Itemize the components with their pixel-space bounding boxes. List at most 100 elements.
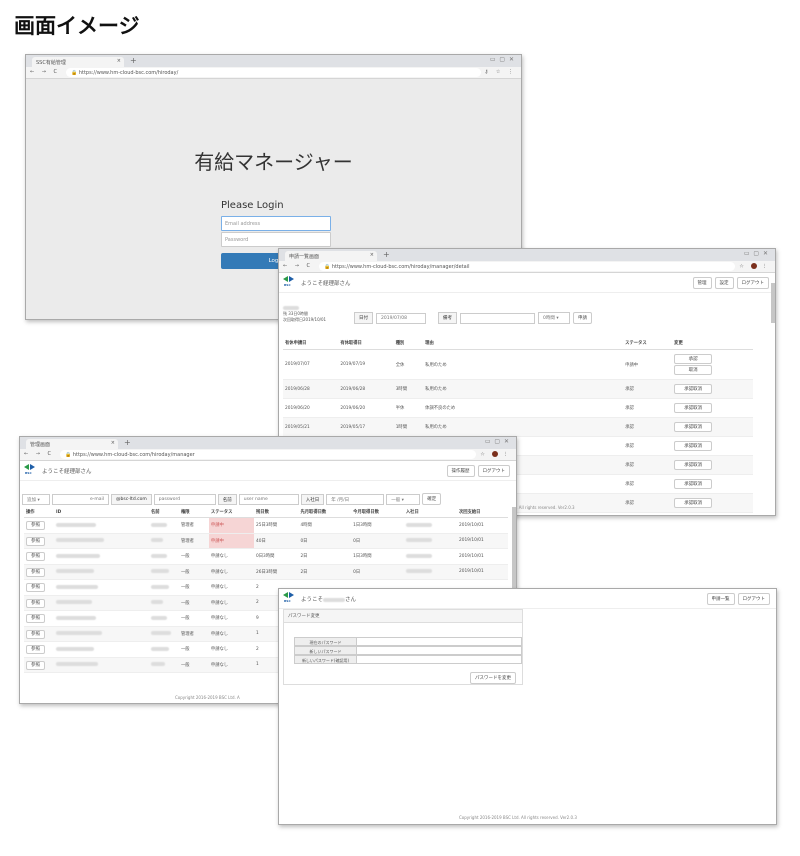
table-row: 参照 管理者 申請中 40日 0日 0日 2019/10/01	[24, 533, 508, 549]
manage-button[interactable]: 管理	[692, 277, 712, 289]
close-tab-icon[interactable]: ×	[111, 440, 115, 446]
window-controls[interactable]: ▭ ▢ ✕	[485, 438, 510, 445]
close-tab-icon[interactable]: ×	[117, 58, 121, 64]
table-cell: 2019/06/20	[338, 398, 394, 418]
action-cell: 参照	[24, 579, 54, 596]
url-field[interactable]: 🔒 https://www.hm-cloud-bsc.com/hiroday/	[66, 68, 481, 77]
new-tab-icon[interactable]: +	[383, 250, 390, 259]
app-header: BSC ようこそ経理部さん 操作履歴 ログアウト	[20, 461, 516, 481]
url-text: https://www.hm-cloud-bsc.com/hiroday/man…	[72, 452, 195, 458]
add-select[interactable]: 追加 ▾	[22, 493, 50, 505]
confirm-button[interactable]: 確定	[422, 493, 442, 505]
table-cell: 管理者	[179, 626, 209, 642]
new-password-input[interactable]	[357, 646, 522, 655]
confirm-password-input[interactable]	[357, 655, 522, 664]
view-button[interactable]: 参照	[26, 583, 45, 593]
current-password-input[interactable]	[357, 637, 522, 646]
history-button[interactable]: 操作履歴	[446, 465, 475, 477]
scrollbar[interactable]	[771, 283, 775, 323]
window-controls[interactable]: ▭ ▢ ✕	[490, 56, 515, 63]
browser-actions[interactable]: ☆ ⋮	[480, 451, 511, 458]
email-field[interactable]: Email address	[221, 216, 331, 231]
status-cell: 申請中	[208, 533, 255, 549]
nav-buttons[interactable]: ← → C	[30, 69, 60, 75]
nav-buttons[interactable]: ← → C	[283, 263, 313, 269]
browser-actions[interactable]: ⚷ ☆ ⋮	[485, 69, 516, 75]
action-cell: 承認取消	[672, 455, 753, 475]
action-cell: 参照	[24, 657, 54, 673]
reason-input[interactable]	[460, 312, 535, 324]
table-row: 参照 一般 申請なし 0日3時間 2日 1日3時間 2019/10/01	[24, 548, 508, 565]
action-cell: 承認取消	[672, 436, 753, 456]
hours-select[interactable]: 0時間 ▾	[538, 312, 570, 324]
row-action-button[interactable]: 承認取消	[674, 479, 713, 489]
name-cell	[149, 657, 179, 673]
row-action-button[interactable]: 承認取消	[674, 460, 713, 470]
name-cell	[149, 626, 179, 642]
view-button[interactable]: 参照	[26, 598, 45, 608]
row-action-button[interactable]: 承認取消	[674, 403, 713, 413]
request-list-button[interactable]: 申請一覧	[706, 593, 735, 605]
table-cell: 40日	[254, 533, 299, 549]
browser-tab[interactable]: 管理画面 ×	[26, 439, 118, 449]
row-action-button[interactable]: 承認取消	[674, 498, 713, 508]
view-button[interactable]: 参照	[26, 567, 45, 577]
new-password-row: 新しいパスワード	[294, 646, 522, 655]
logout-button[interactable]: ログアウト	[477, 465, 510, 477]
name-cell	[149, 595, 179, 611]
column-header: 有休申請日	[283, 337, 339, 350]
view-button[interactable]: 参照	[26, 645, 45, 655]
apply-button[interactable]: 申請	[573, 312, 592, 324]
email-input[interactable]: e-mail	[52, 493, 109, 505]
view-button[interactable]: 参照	[26, 552, 45, 562]
copyright-text: Copyright 2016-2019 BSC Ltd. All rights …	[459, 815, 577, 820]
window-controls[interactable]: ▭ ▢ ✕	[744, 250, 769, 257]
row-action-button[interactable]: 承認	[674, 354, 713, 364]
status-cell: 申請中	[208, 517, 255, 534]
table-row: 2019/06/20 2019/06/20 半休 体調不良のため 承認 承認取消	[283, 398, 753, 418]
join-date-input[interactable]: 年 /月/日	[326, 493, 385, 505]
id-cell	[54, 579, 149, 596]
column-header: 残日数	[254, 507, 299, 518]
browser-tab[interactable]: SSC有給管理 ×	[32, 57, 124, 67]
new-tab-icon[interactable]: +	[130, 56, 137, 65]
role-select[interactable]: 一般 ▾	[386, 493, 421, 505]
url-field[interactable]: 🔒 https://www.hm-cloud-bsc.com/hiroday/m…	[319, 262, 735, 271]
table-cell: 0日3時間	[254, 548, 299, 565]
row-action-button[interactable]: 取消	[674, 365, 713, 375]
password-input[interactable]: password	[153, 493, 216, 505]
new-tab-icon[interactable]: +	[124, 438, 131, 447]
login-heading: Please Login	[221, 200, 284, 211]
browser-tab-bar: 申請一覧画面 × + ▭ ▢ ✕	[279, 249, 775, 261]
action-cell: 承認取消	[672, 379, 753, 399]
change-password-button[interactable]: パスワードを変更	[470, 672, 516, 684]
logout-button[interactable]: ログアウト	[737, 593, 770, 605]
column-header: 次回支給日	[456, 507, 508, 518]
view-button[interactable]: 参照	[26, 660, 45, 670]
name-cell	[149, 564, 179, 580]
nav-buttons[interactable]: ← → C	[24, 451, 54, 457]
table-cell: 一般	[179, 579, 209, 596]
date-input[interactable]: 2019/07/08	[376, 312, 426, 324]
action-cell: 参照	[24, 564, 54, 580]
logout-button[interactable]: ログアウト	[736, 277, 769, 289]
row-action-button[interactable]: 承認取消	[674, 441, 713, 451]
password-field[interactable]: Password	[221, 232, 331, 247]
view-button[interactable]: 参照	[26, 521, 45, 531]
view-button[interactable]: 参照	[26, 614, 45, 624]
browser-actions[interactable]: ☆ ⋮	[739, 263, 770, 270]
avatar[interactable]	[751, 263, 758, 269]
avatar[interactable]	[492, 451, 499, 457]
name-input[interactable]: user name	[238, 493, 299, 505]
view-button[interactable]: 参照	[26, 536, 45, 546]
url-field[interactable]: 🔒 https://www.hm-cloud-bsc.com/hiroday/m…	[60, 450, 476, 459]
view-button[interactable]: 参照	[26, 629, 45, 639]
join-date-cell	[403, 548, 457, 565]
row-action-button[interactable]: 承認取消	[674, 422, 713, 432]
close-tab-icon[interactable]: ×	[370, 252, 374, 258]
browser-tab[interactable]: 申請一覧画面 ×	[285, 251, 377, 261]
settings-button[interactable]: 設定	[714, 277, 734, 289]
action-cell: 承認取消	[672, 474, 753, 494]
name-cell	[149, 579, 179, 596]
row-action-button[interactable]: 承認取消	[674, 384, 713, 394]
